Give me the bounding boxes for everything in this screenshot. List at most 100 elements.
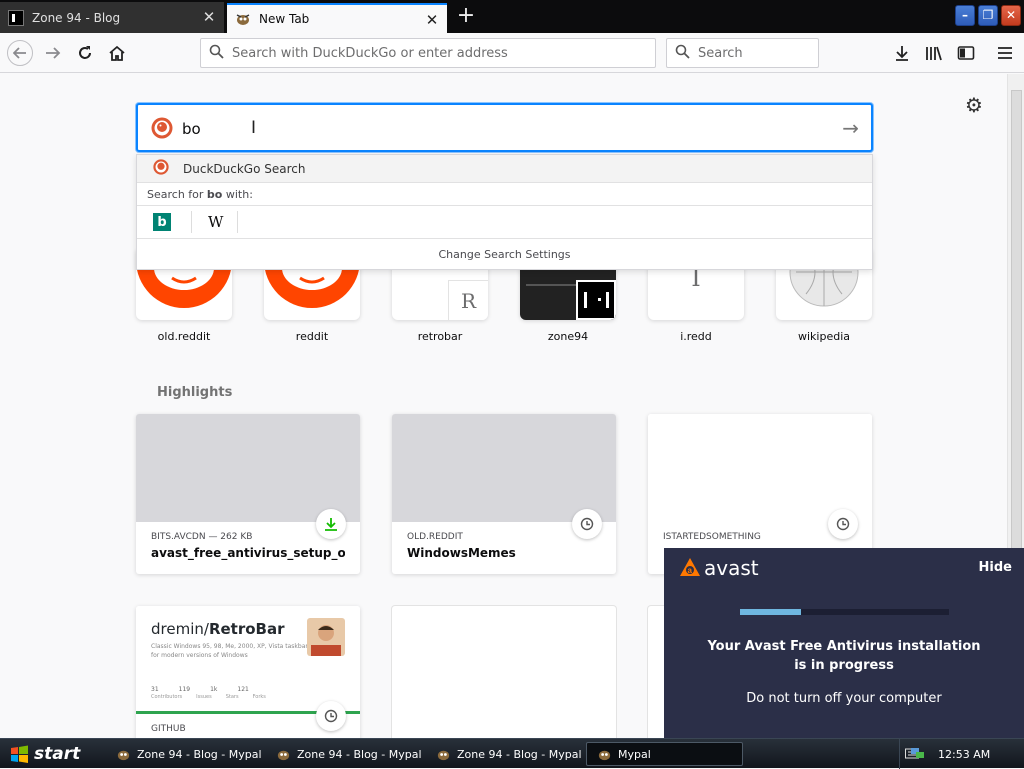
mypal-icon [277,750,290,760]
top-site-label: i.redd [680,330,712,343]
top-site-label: retrobar [417,330,463,343]
home-icon[interactable] [104,40,130,66]
highlight-card[interactable]: OLD.REDDIT WindowsMemes [392,414,616,574]
mypal-icon [117,750,130,760]
forward-arrow-icon[interactable] [40,40,66,66]
clock-icon [316,701,346,731]
search-bar[interactable]: Search [666,38,819,68]
avast-logo-icon: a [680,558,700,576]
svg-text:a: a [688,566,693,575]
repo-stat-label: Issues [196,694,212,700]
minimize-button[interactable]: – [955,5,975,26]
suggestion-duckduckgo-search[interactable]: DuckDuckGo Search [137,155,872,182]
tab-new-tab[interactable]: New Tab ✕ [227,3,447,33]
close-window-button[interactable]: ✕ [1001,5,1021,26]
page-search-input[interactable]: bo I → [136,103,873,152]
duckduckgo-icon [151,117,173,142]
search-for-prefix: Search for [147,187,207,201]
tab-title: Zone 94 - Blog [32,10,121,25]
zone94-favicon-icon [576,280,616,320]
empty-card-placeholder [392,606,616,746]
search-for-suffix: with: [222,187,253,201]
start-button[interactable]: start [0,739,88,769]
top-site-label: wikipedia [797,330,850,343]
taskbar: start Zone 94 - Blog - Mypal Zone 94 - B… [0,738,1024,769]
hide-button[interactable]: Hide [979,560,1012,575]
install-warning: Do not turn off your computer [746,691,942,706]
gear-icon[interactable]: ⚙ [965,93,983,117]
search-query-text: bo [182,120,201,138]
bing-icon[interactable]: b [153,213,171,231]
hamburger-menu-icon[interactable] [992,40,1018,66]
mypal-icon [437,750,450,760]
restore-button[interactable]: ❐ [978,5,998,26]
taskbar-item[interactable]: Zone 94 - Blog - Mypal [426,742,583,766]
tab-close-icon[interactable]: ✕ [423,11,441,29]
card-title: WindowsMemes [407,546,516,560]
top-site-label: reddit [295,330,329,343]
card-title: avast_free_antivirus_setup_onlin... [151,546,345,560]
tab-close-icon[interactable]: ✕ [200,8,218,26]
repo-description: Classic Windows 95, 98, Me, 2000, XP, Vi… [151,643,308,659]
search-placeholder: Search [698,45,743,61]
clock-icon [572,509,602,539]
arrow-right-icon[interactable]: → [842,116,859,140]
card-preview [136,414,360,522]
one-off-engines: b W [137,206,872,239]
library-icon[interactable] [921,40,947,66]
top-site-label: old.reddit [157,330,211,343]
search-for-term: bo [206,187,223,201]
download-icon [316,509,346,539]
change-search-settings-button[interactable]: Change Search Settings [137,239,872,270]
search-icon [675,44,690,62]
avast-brand: avast [704,556,759,580]
card-preview [392,414,616,522]
retrobar-letter-icon: R [448,280,488,320]
system-tray: 12:53 AM [899,739,1024,769]
highlight-card-github[interactable]: dremin/RetroBar Classic Windows 95, 98, … [136,606,360,746]
mypal-icon [598,750,611,760]
network-icon[interactable] [910,746,926,763]
tab-zone94[interactable]: Zone 94 - Blog ✕ [0,2,224,33]
search-suggestions-dropdown: DuckDuckGo Search Search for bo with: b … [136,154,873,270]
search-for-with: Search for bo with: [137,182,872,206]
repo-stat-label: Contributors [151,694,183,700]
wikipedia-icon[interactable]: W [208,213,223,231]
tab-title: New Tab [259,12,310,26]
tab-strip: Zone 94 - Blog ✕ New Tab ✕ + – ❐ ✕ [0,0,1024,33]
sidebar-icon[interactable] [953,40,979,66]
repo-stat: 31 [151,686,159,693]
repo-owner: dremin/ [151,620,209,638]
url-bar[interactable]: Search with DuckDuckGo or enter address [200,38,656,68]
windows-flag-icon [11,745,28,763]
avatar [307,618,345,656]
install-progress-bar [740,609,949,615]
taskbar-item[interactable]: Zone 94 - Blog - Mypal [266,742,423,766]
clock-icon [828,509,858,539]
taskbar-item-active[interactable]: Mypal [586,742,743,766]
url-placeholder: Search with DuckDuckGo or enter address [232,45,508,61]
text-cursor-icon: I [251,118,257,138]
navigation-toolbar: Search with DuckDuckGo or enter address … [0,33,1024,73]
card-source: OLD.REDDIT [407,532,463,542]
highlight-card[interactable]: BITS.AVCDN — 262 KB avast_free_antivirus… [136,414,360,574]
card-source: BITS.AVCDN — 262 KB [151,532,253,542]
card-preview: dremin/RetroBar Classic Windows 95, 98, … [136,606,360,714]
duckduckgo-icon [153,159,169,178]
card-source: ISTARTEDSOMETHING [663,532,761,542]
taskbar-item[interactable]: Zone 94 - Blog - Mypal [106,742,263,766]
clock[interactable]: 12:53 AM [938,748,990,761]
card-source: GITHUB [151,724,186,734]
new-tab-plus-icon[interactable]: + [452,4,480,30]
download-icon[interactable] [889,40,915,66]
top-site-label: zone94 [547,330,589,343]
suggestion-label: DuckDuckGo Search [183,161,306,176]
repo-stat: 1k [210,686,218,693]
reload-icon[interactable] [72,40,98,66]
repo-stat: 119 [178,686,191,693]
card-preview [648,414,872,522]
back-arrow-icon[interactable] [7,40,33,66]
avast-logo: a avast [678,556,759,580]
highlights-heading: Highlights [157,385,233,400]
repo-stat: 121 [237,686,249,693]
